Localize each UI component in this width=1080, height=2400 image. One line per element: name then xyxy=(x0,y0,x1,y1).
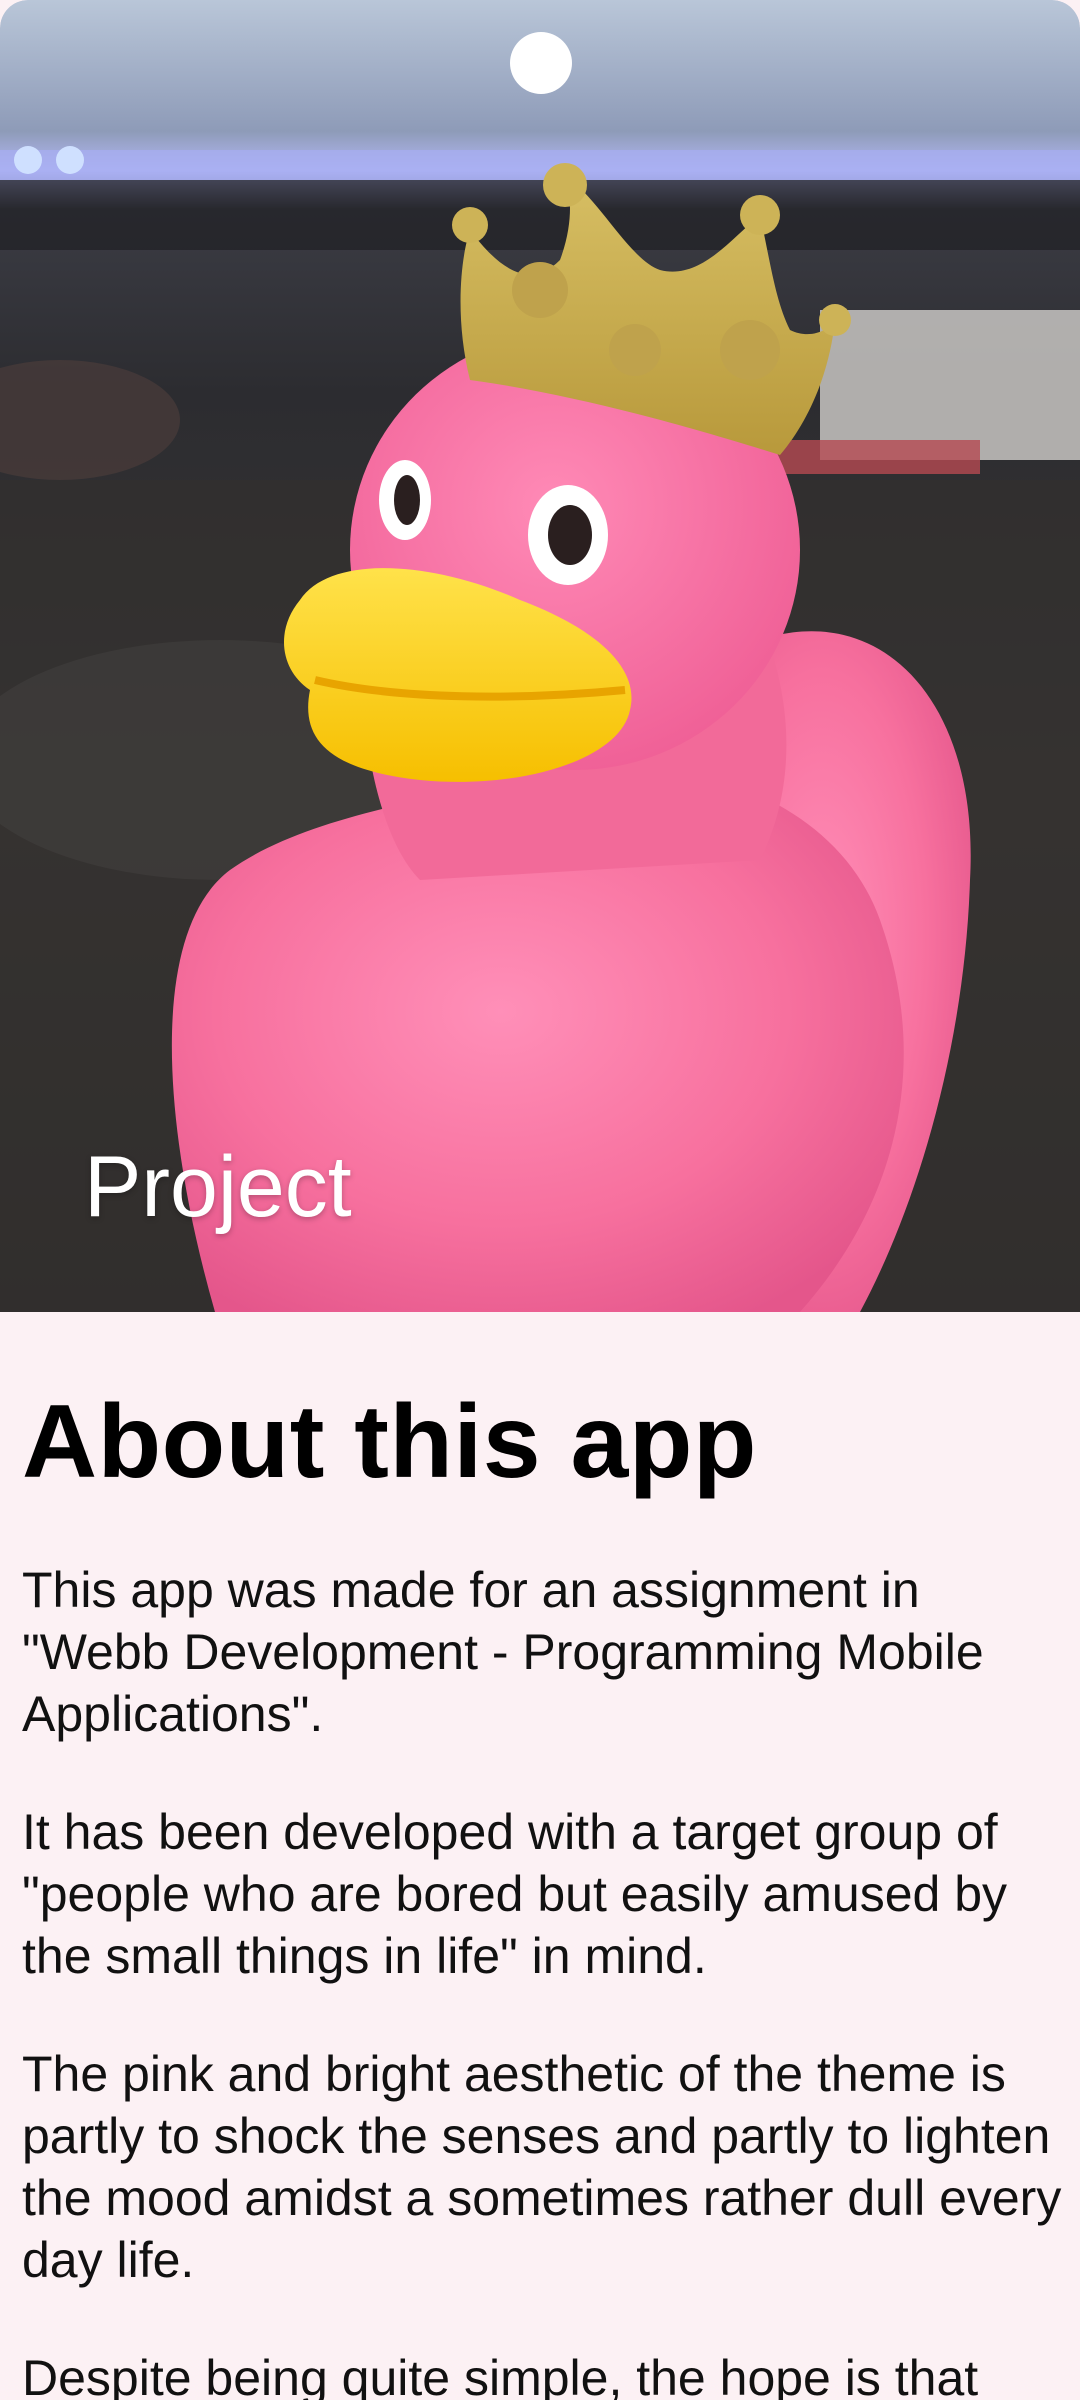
about-paragraph-3: The pink and bright aesthetic of the the… xyxy=(22,2046,1062,2289)
hero-image xyxy=(0,0,1080,1312)
about-paragraph-4: Despite being quite simple, the hope is … xyxy=(22,2350,979,2400)
about-section: About this app This app was made for an … xyxy=(22,1312,1062,2400)
app-screen: Project About this app This app was made… xyxy=(0,0,1080,2400)
hero-banner: Project xyxy=(0,0,1080,1312)
camera-cutout xyxy=(510,32,572,94)
about-paragraph-1: This app was made for an assignment in "… xyxy=(22,1562,984,1743)
page-title: About this app xyxy=(22,1384,757,1500)
about-paragraph-2: It has been developed with a target grou… xyxy=(22,1804,1008,1985)
hero-title: Project xyxy=(84,1139,352,1235)
